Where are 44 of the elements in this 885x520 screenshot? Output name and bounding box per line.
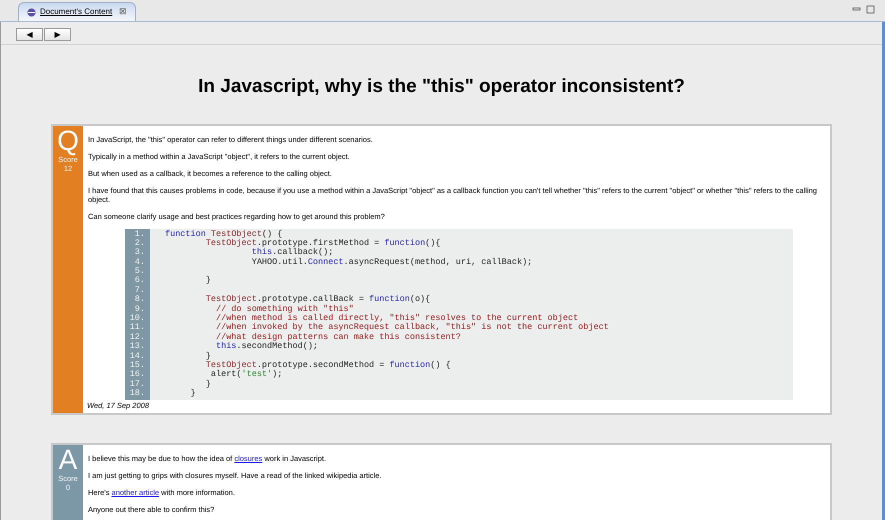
code-line: } — [190, 388, 196, 398]
line-number: 17. — [128, 380, 146, 389]
line-number: 16. — [128, 370, 146, 380]
code-line: function TestObject() { — [165, 228, 282, 238]
post-type-letter: Q — [57, 126, 79, 154]
line-number: 5. — [134, 267, 146, 276]
code-line: this.callback(); — [250, 247, 334, 258]
code-line: } — [204, 275, 211, 286]
document-icon — [27, 8, 36, 16]
code-line: TestObject.prototype.callBack = function(o){ — [204, 294, 430, 304]
line-number: 9. — [134, 304, 146, 314]
line-number: 15. — [128, 360, 146, 370]
line-number: 7. — [134, 286, 146, 295]
post-type-letter: A — [58, 446, 78, 474]
code-line: //when method is called directly, "this" resolves to the current object — [215, 313, 578, 324]
maximize-icon[interactable] — [866, 5, 875, 14]
code-line: } — [204, 350, 211, 361]
page-title: In Javascript, why is the "this" operator inconsistent? — [197, 75, 686, 99]
forward-button[interactable]: ▶ — [44, 28, 71, 41]
code-line: this.secondMethod(); — [215, 341, 318, 352]
code-line: YAHOO.util.Connect.asyncRequest(method, uri, callBack); — [250, 256, 532, 267]
code-line: //what design patterns can make this consistent? — [215, 332, 461, 342]
line-number: 1. — [134, 230, 146, 239]
code-line: alert('test'); — [210, 369, 282, 380]
code-line: TestObject.prototype.secondMethod = function() { — [204, 360, 451, 370]
code-line: TestObject.prototype.firstMethod = function(){ — [204, 238, 440, 248]
line-number: 18. — [128, 389, 146, 399]
code-line: //when invoked by the asyncRequest callback, "this" is not the current object — [215, 322, 609, 332]
line-number: 12. — [128, 332, 146, 342]
line-number: 14. — [128, 352, 146, 361]
line-number: 3. — [134, 248, 146, 258]
line-number: 13. — [128, 342, 146, 352]
close-icon[interactable]: ⊠ — [119, 5, 128, 19]
document-tab[interactable]: Document's Content ⊠ — [18, 2, 136, 21]
code-line: } — [204, 378, 211, 389]
line-number: 6. — [134, 276, 146, 286]
line-number: 2. — [134, 238, 146, 248]
scrollbar[interactable] — [882, 22, 885, 520]
line-number: 10. — [128, 314, 146, 324]
code-line: // do something with "this" — [215, 304, 354, 314]
line-number: 4. — [134, 258, 146, 267]
line-number: 8. — [134, 295, 146, 305]
back-button[interactable]: ◀ — [16, 28, 43, 41]
line-number: 11. — [128, 323, 146, 333]
